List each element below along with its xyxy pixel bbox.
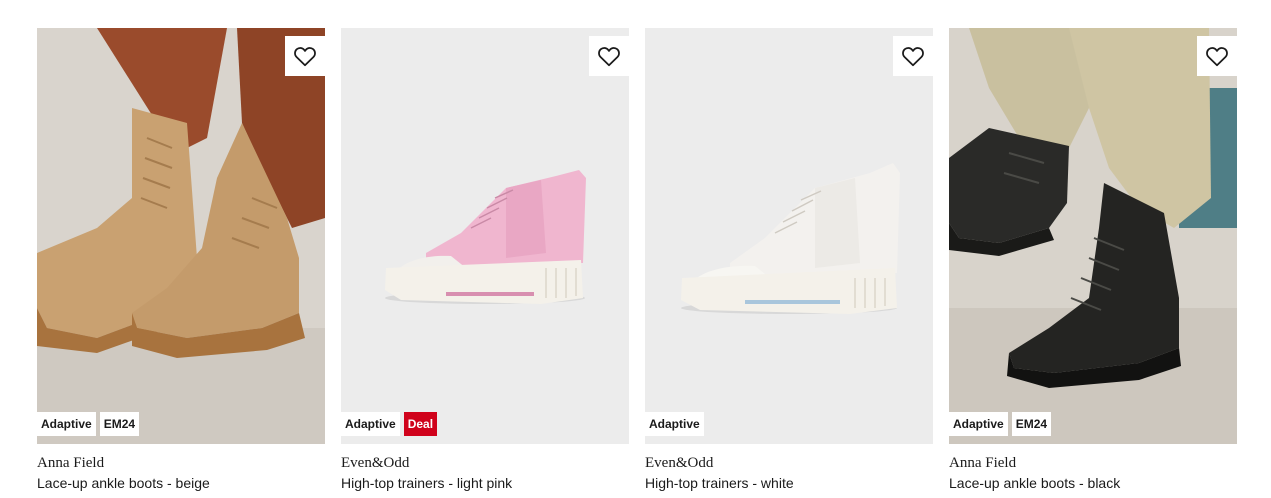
badge-adaptive: Adaptive <box>341 412 400 436</box>
product-card[interactable]: Adaptive EM24 Anna Field Lace-up ankle b… <box>37 28 325 492</box>
product-photo-white-trainer <box>645 28 933 444</box>
heart-outline-icon <box>294 47 316 67</box>
product-card[interactable]: Adaptive EM24 Anna Field Lace-up ankle b… <box>949 28 1237 492</box>
wishlist-button[interactable] <box>285 36 325 76</box>
product-image[interactable]: Adaptive EM24 <box>37 28 325 444</box>
wishlist-button[interactable] <box>893 36 933 76</box>
product-brand: Even&Odd <box>341 455 410 471</box>
product-card[interactable]: Adaptive Deal Even&Odd High-top trainers… <box>341 28 629 492</box>
product-name[interactable]: Lace-up ankle boots - black <box>949 474 1237 492</box>
heart-outline-icon <box>598 47 620 67</box>
badge-em24: EM24 <box>99 412 140 436</box>
product-info: Even&Odd High-top trainers - white <box>645 444 933 492</box>
badge-row: Adaptive EM24 <box>37 412 140 436</box>
product-name[interactable]: Lace-up ankle boots - beige <box>37 474 325 492</box>
wishlist-button[interactable] <box>589 36 629 76</box>
product-grid: Adaptive EM24 Anna Field Lace-up ankle b… <box>37 28 1237 492</box>
product-image[interactable]: Adaptive EM24 <box>949 28 1237 444</box>
product-image[interactable]: Adaptive <box>645 28 933 444</box>
product-info: Anna Field Lace-up ankle boots - beige <box>37 444 325 492</box>
badge-deal: Deal <box>403 412 438 436</box>
product-name[interactable]: High-top trainers - white <box>645 474 933 492</box>
badge-row: Adaptive EM24 <box>949 412 1052 436</box>
product-photo-black-boots <box>949 28 1237 444</box>
heart-outline-icon <box>902 47 924 67</box>
product-image[interactable]: Adaptive Deal <box>341 28 629 444</box>
product-card[interactable]: Adaptive Even&Odd High-top trainers - wh… <box>645 28 933 492</box>
wishlist-button[interactable] <box>1197 36 1237 76</box>
product-brand: Even&Odd <box>645 455 714 471</box>
badge-adaptive: Adaptive <box>645 412 704 436</box>
product-photo-pink-trainer <box>341 28 629 444</box>
product-info: Anna Field Lace-up ankle boots - black <box>949 444 1237 492</box>
badge-row: Adaptive Deal <box>341 412 438 436</box>
badge-adaptive: Adaptive <box>37 412 96 436</box>
product-name[interactable]: High-top trainers - light pink <box>341 474 629 492</box>
heart-outline-icon <box>1206 47 1228 67</box>
product-info: Even&Odd High-top trainers - light pink <box>341 444 629 492</box>
badge-adaptive: Adaptive <box>949 412 1008 436</box>
badge-em24: EM24 <box>1011 412 1052 436</box>
badge-row: Adaptive <box>645 412 704 436</box>
product-brand: Anna Field <box>37 455 105 471</box>
product-brand: Anna Field <box>949 455 1017 471</box>
product-photo-beige-boots <box>37 28 325 444</box>
